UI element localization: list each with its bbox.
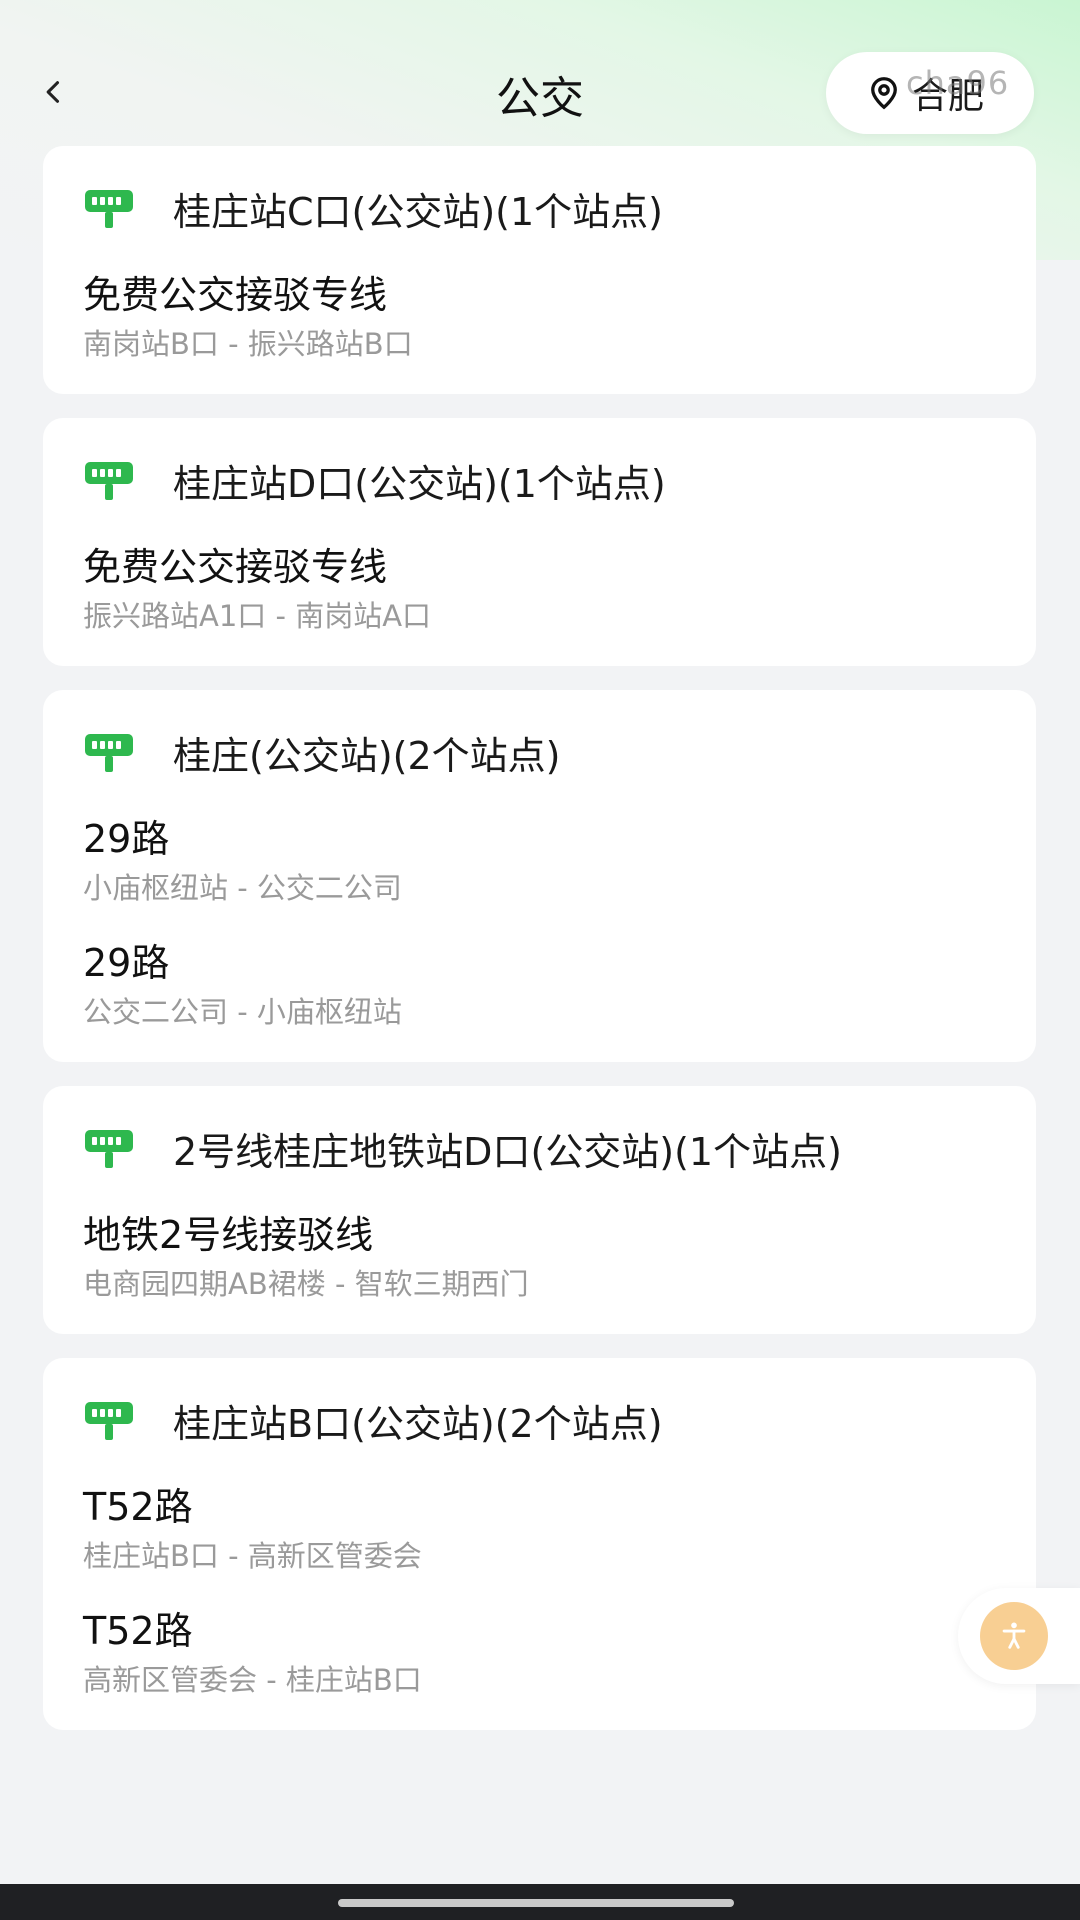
route-name: T52路 — [83, 1485, 193, 1529]
route-item[interactable]: T52路高新区管委会 - 桂庄站B口 — [83, 1606, 996, 1700]
route-item[interactable]: 29路公交二公司 - 小庙枢纽站 — [83, 938, 996, 1032]
system-navigation-bar — [0, 1884, 1080, 1920]
bus-stop-card[interactable]: 桂庄站D口(公交站)(1个站点) 免费公交接驳专线振兴路站A1口 - 南岗站A口 — [43, 418, 1036, 666]
route-item[interactable]: 地铁2号线接驳线电商园四期AB裙楼 - 智软三期西门 — [83, 1210, 996, 1304]
stop-name: 桂庄(公交站)(2个站点) — [173, 733, 561, 778]
accessibility-button[interactable] — [958, 1588, 1080, 1684]
route-item[interactable]: T52路桂庄站B口 - 高新区管委会 — [83, 1482, 996, 1576]
bus-stop-icon — [83, 458, 135, 502]
watermark: cha96 — [906, 64, 1010, 102]
route-direction: 南岗站B口 - 振兴路站B口 — [83, 327, 413, 361]
stop-header: 2号线桂庄地铁站D口(公交站)(1个站点) — [83, 1120, 996, 1176]
route-direction: 桂庄站B口 - 高新区管委会 — [83, 1539, 422, 1573]
route-direction: 电商园四期AB裙楼 - 智软三期西门 — [83, 1267, 529, 1301]
accessibility-icon — [980, 1602, 1048, 1670]
route-direction: 振兴路站A1口 - 南岗站A口 — [83, 599, 432, 633]
route-direction: 高新区管委会 - 桂庄站B口 — [83, 1663, 422, 1697]
home-indicator[interactable] — [338, 1899, 734, 1907]
bus-stop-card[interactable]: 桂庄(公交站)(2个站点) 29路 小庙枢纽站 - 公交二公司 29路 公交二公司 - … — [43, 690, 1036, 1062]
stop-header: 桂庄站B口(公交站)(2个站点) — [83, 1392, 996, 1448]
route-name: 29路 — [83, 817, 170, 861]
stop-name: 桂庄站C口(公交站)(1个站点) — [173, 189, 664, 234]
route-name: 29路 — [83, 941, 170, 985]
bus-stop-icon — [83, 1126, 135, 1170]
bus-stop-icon — [83, 1398, 135, 1442]
route-name: 免费公交接驳专线 — [83, 545, 388, 589]
route-item[interactable]: 免费公交接驳专线南岗站B口 - 振兴路站B口 — [83, 270, 996, 364]
stop-name: 2号线桂庄地铁站D口(公交站)(1个站点) — [173, 1129, 842, 1174]
route-direction: 公交二公司 - 小庙枢纽站 — [83, 995, 402, 1029]
route-name: T52路 — [83, 1609, 193, 1653]
bus-stop-icon — [83, 186, 135, 230]
route-name: 免费公交接驳专线 — [83, 273, 388, 317]
bus-stop-card[interactable]: 2号线桂庄地铁站D口(公交站)(1个站点) 地铁2号线接驳线电商园四期AB裙楼 -… — [43, 1086, 1036, 1334]
bus-stop-card[interactable]: 桂庄站B口(公交站)(2个站点) T52路 桂庄站B口 - 高新区管委会 T52路 高新… — [43, 1358, 1036, 1730]
stop-name: 桂庄站D口(公交站)(1个站点) — [173, 461, 666, 506]
stop-header: 桂庄站C口(公交站)(1个站点) — [83, 180, 996, 236]
route-name: 地铁2号线接驳线 — [83, 1213, 374, 1257]
location-pin-icon — [866, 75, 902, 111]
bus-stop-card[interactable]: 桂庄站C口(公交站)(1个站点) 免费公交接驳专线南岗站B口 - 振兴路站B口 — [43, 146, 1036, 394]
stop-header: 桂庄站D口(公交站)(1个站点) — [83, 452, 996, 508]
bus-stop-list: 桂庄站C口(公交站)(1个站点) 免费公交接驳专线 南岗站B口 - 振兴路站B口 桂庄… — [43, 146, 1036, 1754]
route-item[interactable]: 免费公交接驳专线振兴路站A1口 - 南岗站A口 — [83, 542, 996, 636]
stop-name: 桂庄站B口(公交站)(2个站点) — [173, 1401, 663, 1446]
bus-stop-icon — [83, 730, 135, 774]
route-direction: 小庙枢纽站 - 公交二公司 — [83, 871, 402, 905]
route-item[interactable]: 29路小庙枢纽站 - 公交二公司 — [83, 814, 996, 908]
stop-header: 桂庄(公交站)(2个站点) — [83, 724, 996, 780]
